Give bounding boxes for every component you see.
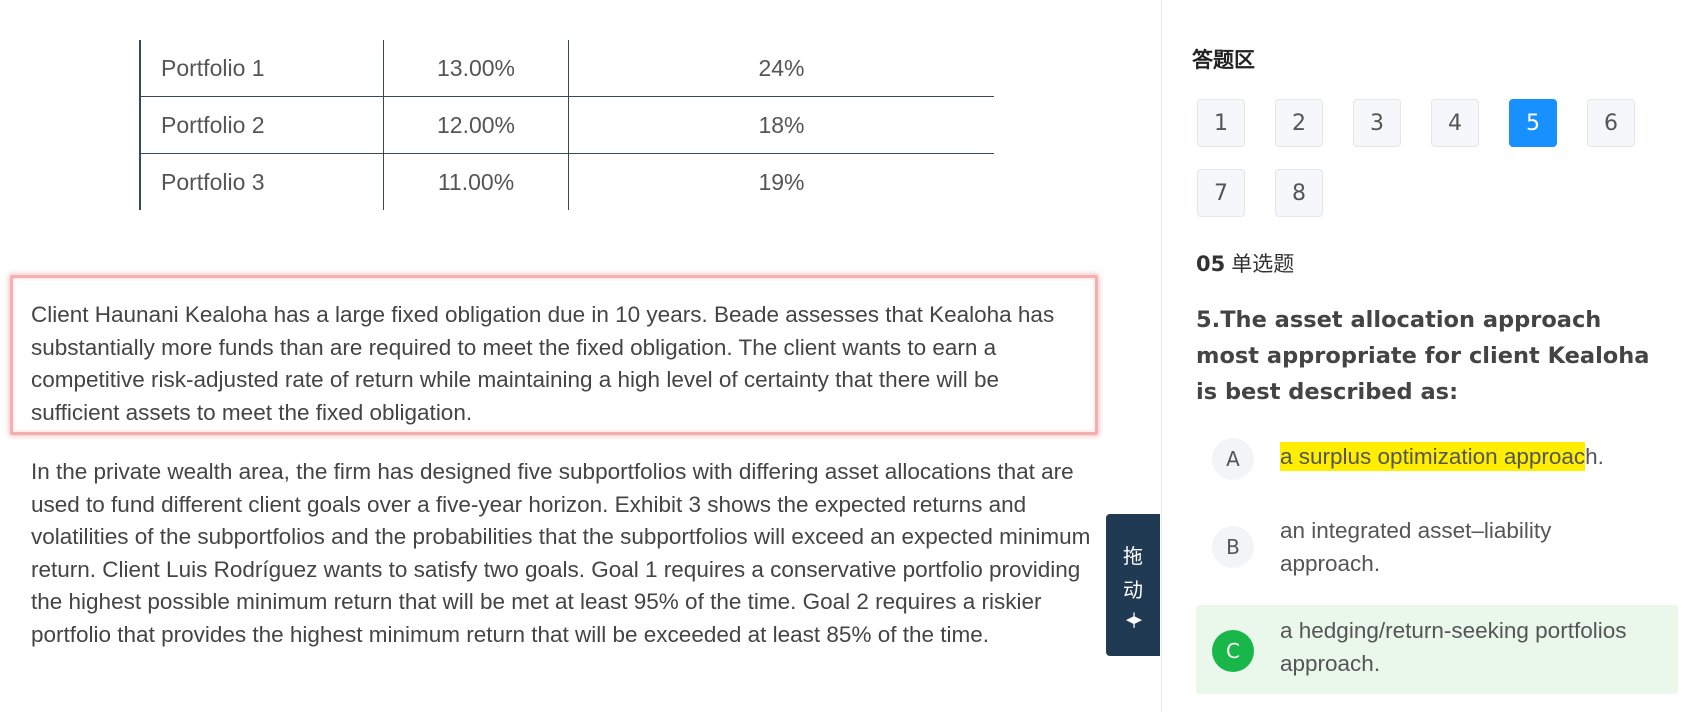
table-row: Portfolio 3 11.00% 19% (139, 153, 994, 210)
option-letter-badge: A (1212, 438, 1254, 480)
text-highlight: a surplus optimization approac (1280, 442, 1586, 471)
table-cell: Portfolio 3 (139, 153, 384, 210)
question-text: 5.The asset allocation approach most app… (1196, 307, 1650, 405)
passage-paragraph-kealoha: Client Haunani Kealoha has a large fixed… (31, 302, 1055, 425)
resize-arrows-icon: ◂|▸ (1125, 610, 1142, 628)
option-b[interactable]: B an integrated asset–liability approach… (1196, 512, 1678, 584)
option-a[interactable]: A a surplus optimization approach. (1196, 438, 1678, 484)
table-cell: Portfolio 2 (139, 96, 384, 154)
passage-pane: Portfolio 1 13.00% 24% Portfolio 2 12.00… (0, 0, 1160, 712)
drag-resize-handle[interactable]: 拖 动 ◂|▸ (1106, 514, 1160, 656)
table-cell: 12.00% (383, 96, 569, 154)
table-cell: 18% (568, 96, 994, 154)
option-text-tail: h. (1585, 444, 1604, 469)
option-text: an integrated asset–liability approach. (1280, 518, 1552, 576)
question-button-2[interactable]: 2 (1275, 99, 1323, 147)
page: Portfolio 1 13.00% 24% Portfolio 2 12.00… (0, 0, 1696, 712)
table-cell: Portfolio 1 (139, 40, 384, 97)
question-type: 单选题 (1231, 252, 1295, 276)
table-cell: 19% (758, 168, 805, 195)
table-row: Portfolio 2 12.00% 18% (139, 96, 994, 154)
question-index: 05 (1196, 252, 1226, 276)
option-text: a surplus optimization approach. (1280, 441, 1696, 474)
question-button-4[interactable]: 4 (1431, 99, 1479, 147)
question-button-7[interactable]: 7 (1197, 169, 1245, 217)
question-button-8[interactable]: 8 (1275, 169, 1323, 217)
option-text: a hedging/return-seeking portfolios appr… (1280, 618, 1627, 676)
question-type-label: 05 单选题 (1196, 248, 1294, 278)
passage-paragraph-rodriguez: In the private wealth area, the firm has… (31, 459, 1091, 647)
option-letter-badge-correct: C (1212, 630, 1254, 672)
answer-area-title: 答题区 (1192, 48, 1255, 72)
drag-label-char: 拖 (1123, 544, 1143, 568)
question-button-5-active[interactable]: 5 (1509, 99, 1557, 147)
option-letter-badge: B (1212, 526, 1254, 568)
option-c-correct[interactable]: C a hedging/return-seeking portfolios ap… (1196, 605, 1678, 694)
question-button-1[interactable]: 1 (1197, 99, 1245, 147)
table-cell: 13.00% (383, 40, 569, 97)
table-cell: 24% (568, 40, 994, 97)
table-cell: 11.00% (383, 153, 569, 210)
exhibit-table: Portfolio 1 13.00% 24% Portfolio 2 12.00… (139, 40, 994, 210)
table-row: Portfolio 1 13.00% 24% (139, 40, 994, 97)
question-button-6[interactable]: 6 (1587, 99, 1635, 147)
answer-panel: 答题区 1 2 3 4 5 6 7 8 05 单选题 5.The asset al… (1161, 0, 1696, 712)
drag-label-char: 动 (1123, 578, 1143, 602)
question-button-3[interactable]: 3 (1353, 99, 1401, 147)
